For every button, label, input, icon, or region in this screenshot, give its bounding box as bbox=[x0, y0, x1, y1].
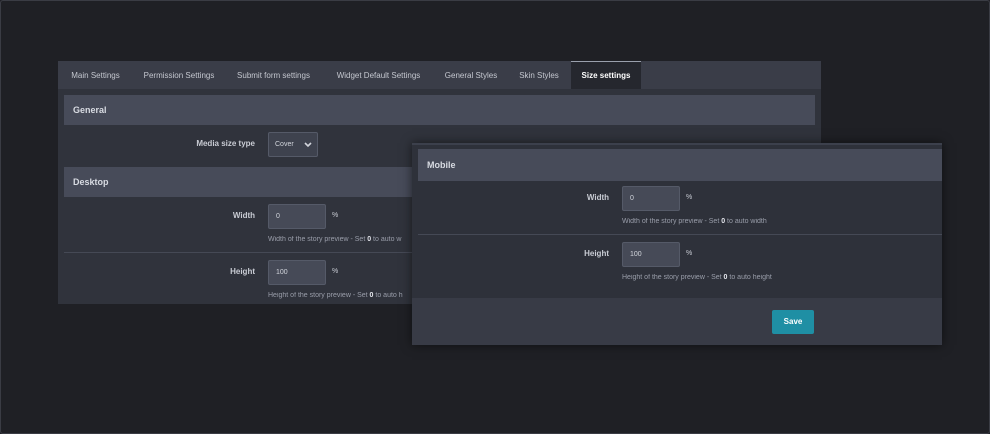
mobile-width-help: Width of the story preview - Set 0 to au… bbox=[622, 218, 767, 225]
desktop-height-help: Height of the story preview - Set 0 to a… bbox=[268, 292, 403, 299]
desktop-height-unit: % bbox=[332, 268, 339, 275]
tab-skin-styles[interactable]: Skin Styles bbox=[507, 61, 571, 89]
tab-widget-default-settings[interactable]: Widget Default Settings bbox=[322, 61, 435, 89]
mobile-height-unit: % bbox=[686, 250, 693, 257]
mobile-width-unit: % bbox=[686, 194, 693, 201]
desktop-width-input[interactable]: 0 bbox=[268, 204, 326, 229]
divider bbox=[418, 234, 942, 235]
desktop-height-input[interactable]: 100 bbox=[268, 260, 326, 285]
tab-submit-form-settings[interactable]: Submit form settings bbox=[225, 61, 322, 89]
tab-size-settings[interactable]: Size settings bbox=[571, 61, 641, 89]
section-header-mobile: Mobile bbox=[418, 149, 942, 181]
tab-main-settings[interactable]: Main Settings bbox=[58, 61, 133, 89]
media-size-type-select[interactable]: Cover bbox=[268, 132, 318, 157]
mobile-height-help: Height of the story preview - Set 0 to a… bbox=[622, 274, 772, 281]
mobile-settings-panel: Mobile Width 0 % Width of the story prev… bbox=[412, 143, 942, 345]
chevron-down-icon bbox=[304, 133, 312, 168]
desktop-width-label: Width bbox=[232, 211, 255, 220]
mobile-width-input[interactable]: 0 bbox=[622, 186, 680, 211]
media-size-type-value: Cover bbox=[275, 141, 294, 148]
section-header-general: General bbox=[64, 95, 815, 125]
settings-tab-bar: Main Settings Permission Settings Submit… bbox=[58, 61, 821, 89]
desktop-width-unit: % bbox=[332, 212, 339, 219]
form-footer: Save bbox=[412, 298, 942, 345]
media-size-type-label: Media size type bbox=[196, 139, 255, 148]
desktop-width-help: Width of the story preview - Set 0 to au… bbox=[268, 236, 402, 243]
mobile-height-label: Height bbox=[584, 249, 609, 258]
save-button[interactable]: Save bbox=[772, 310, 814, 334]
tab-permission-settings[interactable]: Permission Settings bbox=[133, 61, 225, 89]
desktop-height-label: Height bbox=[230, 267, 255, 276]
mobile-height-input[interactable]: 100 bbox=[622, 242, 680, 267]
tab-general-styles[interactable]: General Styles bbox=[435, 61, 507, 89]
mobile-width-label: Width bbox=[586, 193, 609, 202]
